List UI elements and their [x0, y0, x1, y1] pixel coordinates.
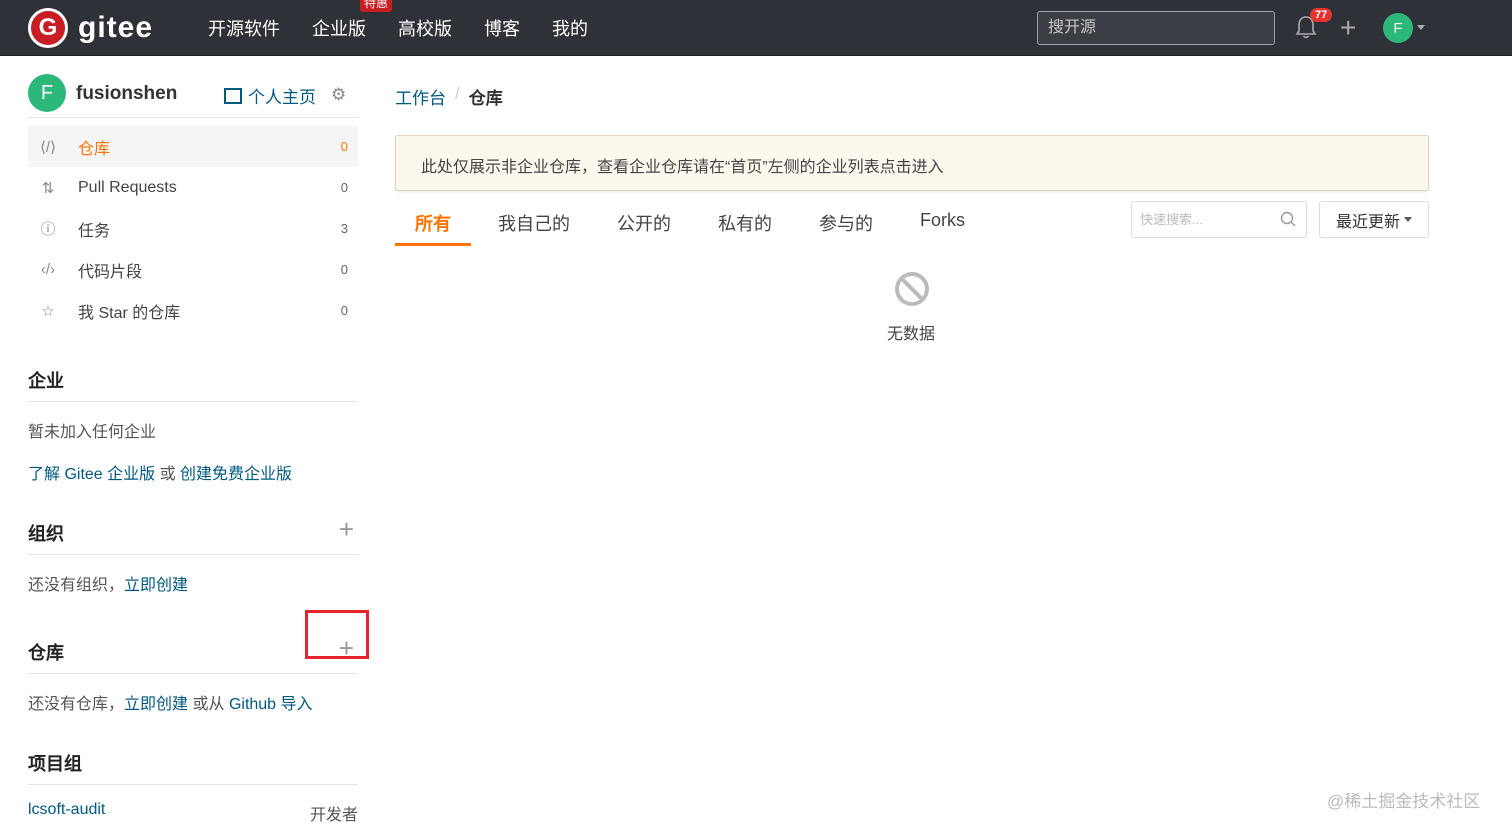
tab-participated[interactable]: 参与的 [819, 200, 873, 246]
global-search-input[interactable] [1037, 11, 1275, 45]
sort-label: 最近更新 [1335, 213, 1400, 231]
nav-item-mine[interactable]: 我的 [552, 15, 588, 41]
sidebar-item-snippets[interactable]: ‹/› 代码片段 0 [28, 249, 358, 290]
orgs-empty-text: 还没有组织， [28, 577, 125, 594]
code-icon: ⟨/⟩ [40, 138, 56, 156]
sidebar-item-pull-requests[interactable]: ⇅ Pull Requests 0 [28, 167, 358, 208]
sidebar-item-label: 仓库 [78, 140, 111, 158]
learn-enterprise-link[interactable]: 了解 Gitee 企业版 [28, 466, 155, 483]
watermark: @稀土掘金技术社区 [1327, 792, 1481, 811]
create-org-link[interactable]: 立即创建 [124, 577, 188, 594]
logo-text: gitee [78, 11, 154, 44]
sidebar-item-starred[interactable]: ☆ 我 Star 的仓库 0 [28, 290, 358, 331]
profile-home-link[interactable]: 个人主页 [224, 83, 316, 108]
sidebar-item-count: 0 [340, 303, 348, 318]
chevron-down-icon[interactable] [1417, 25, 1425, 30]
sidebar-item-count: 0 [340, 262, 348, 277]
create-plus-icon[interactable]: + [1340, 14, 1356, 42]
project-groups-section: 项目组 lcsoft-audit 开发者 [28, 750, 358, 825]
enterprise-links: 了解 Gitee 企业版 或 创建免费企业版 [28, 460, 358, 484]
sidebar-item-label: Pull Requests [78, 178, 177, 196]
sidebar: F fusionshen 个人主页 ⚙ ⟨/⟩ 仓库 0 ⇅ Pull Requ… [28, 56, 358, 825]
tab-public[interactable]: 公开的 [617, 200, 671, 246]
search-icon[interactable] [1280, 211, 1296, 227]
gear-icon[interactable]: ⚙ [331, 85, 346, 105]
sidebar-item-count: 0 [340, 139, 348, 154]
notification-count-badge: 77 [1310, 8, 1333, 22]
profile-home-label: 个人主页 [248, 88, 316, 107]
star-icon: ☆ [41, 302, 55, 320]
or-text: 或 [155, 466, 181, 483]
breadcrumb-current: 仓库 [468, 89, 503, 108]
repos-empty-text: 还没有仓库， [28, 696, 125, 713]
sidebar-avatar[interactable]: F [28, 74, 66, 112]
logo-mark-icon: G [28, 8, 68, 48]
or-from-text: 或从 [188, 696, 229, 713]
empty-state-text: 无数据 [887, 326, 936, 343]
breadcrumb: 工作台 / 仓库 [395, 84, 503, 109]
project-group-row: lcsoft-audit 开发者 [28, 801, 358, 825]
sidebar-item-count: 0 [340, 180, 348, 195]
nav-item-enterprise-label: 企业版 [312, 19, 366, 39]
profile-card-icon [224, 87, 242, 104]
breadcrumb-separator: / [455, 84, 460, 103]
sidebar-item-repos[interactable]: ⟨/⟩ 仓库 0 [28, 126, 358, 167]
sidebar-item-issues[interactable]: ⓘ 任务 3 [28, 208, 358, 249]
user-avatar[interactable]: F [1383, 13, 1413, 43]
project-group-role: 开发者 [309, 807, 358, 824]
pull-request-icon: ⇅ [41, 179, 55, 197]
tab-all[interactable]: 所有 [395, 200, 471, 246]
github-import-link[interactable]: Github 导入 [229, 696, 313, 713]
sidebar-item-label: 任务 [78, 222, 111, 240]
no-data-icon [895, 272, 929, 306]
nav-item-enterprise[interactable]: 企业版 特惠 [312, 0, 393, 41]
create-repo-link[interactable]: 立即创建 [124, 696, 188, 713]
snippet-icon: ‹/› [40, 261, 56, 278]
project-groups-title: 项目组 [28, 750, 358, 785]
enterprise-title: 企业 [28, 367, 358, 402]
issue-icon: ⓘ [40, 221, 56, 238]
orgs-title: 组织 [28, 520, 358, 555]
sidebar-item-label: 代码片段 [78, 263, 143, 281]
user-profile-row: F fusionshen 个人主页 ⚙ [28, 56, 358, 118]
enterprise-empty-text: 暂未加入任何企业 [28, 424, 157, 441]
main-nav: 开源软件 企业版 特惠 高校版 博客 我的 [192, 0, 604, 56]
highlight-annotation-box [305, 610, 369, 659]
create-enterprise-link[interactable]: 创建免费企业版 [180, 466, 292, 483]
promo-badge: 特惠 [360, 0, 393, 12]
nav-item-open-source[interactable]: 开源软件 [208, 15, 280, 41]
breadcrumb-workbench-link[interactable]: 工作台 [395, 84, 446, 109]
chevron-down-icon [1404, 217, 1412, 222]
orgs-empty: 还没有组织，立即创建 [28, 571, 358, 595]
tab-private[interactable]: 私有的 [718, 200, 772, 246]
top-navbar: G gitee 开源软件 企业版 特惠 高校版 博客 我的 77 + F [0, 0, 1512, 56]
nav-item-education[interactable]: 高校版 [398, 15, 452, 41]
tab-forks[interactable]: Forks [920, 200, 965, 246]
enterprise-section: 企业 暂未加入任何企业 了解 Gitee 企业版 或 创建免费企业版 [28, 367, 358, 484]
project-group-link[interactable]: lcsoft-audit [28, 801, 105, 825]
sidebar-item-label: 我 Star 的仓库 [78, 304, 181, 322]
add-org-plus-icon[interactable]: + [339, 516, 354, 542]
repo-filter-tabs: 所有 我自己的 公开的 私有的 参与的 Forks [395, 200, 1012, 246]
sort-dropdown[interactable]: 最近更新 [1319, 201, 1429, 238]
repos-empty: 还没有仓库，立即创建 或从 Github 导入 [28, 690, 358, 714]
info-notice: 此处仅展示非企业仓库，查看企业仓库请在“首页”左侧的企业列表点击进入 [395, 135, 1429, 191]
nav-item-blog[interactable]: 博客 [484, 15, 520, 41]
sidebar-menu: ⟨/⟩ 仓库 0 ⇅ Pull Requests 0 ⓘ 任务 3 ‹/› 代码… [28, 126, 358, 331]
username[interactable]: fusionshen [76, 83, 177, 105]
sidebar-item-count: 3 [340, 221, 348, 236]
tab-mine[interactable]: 我自己的 [498, 200, 570, 246]
gitee-logo[interactable]: G gitee [28, 8, 153, 48]
orgs-section: 组织 + 还没有组织，立即创建 [28, 516, 358, 595]
